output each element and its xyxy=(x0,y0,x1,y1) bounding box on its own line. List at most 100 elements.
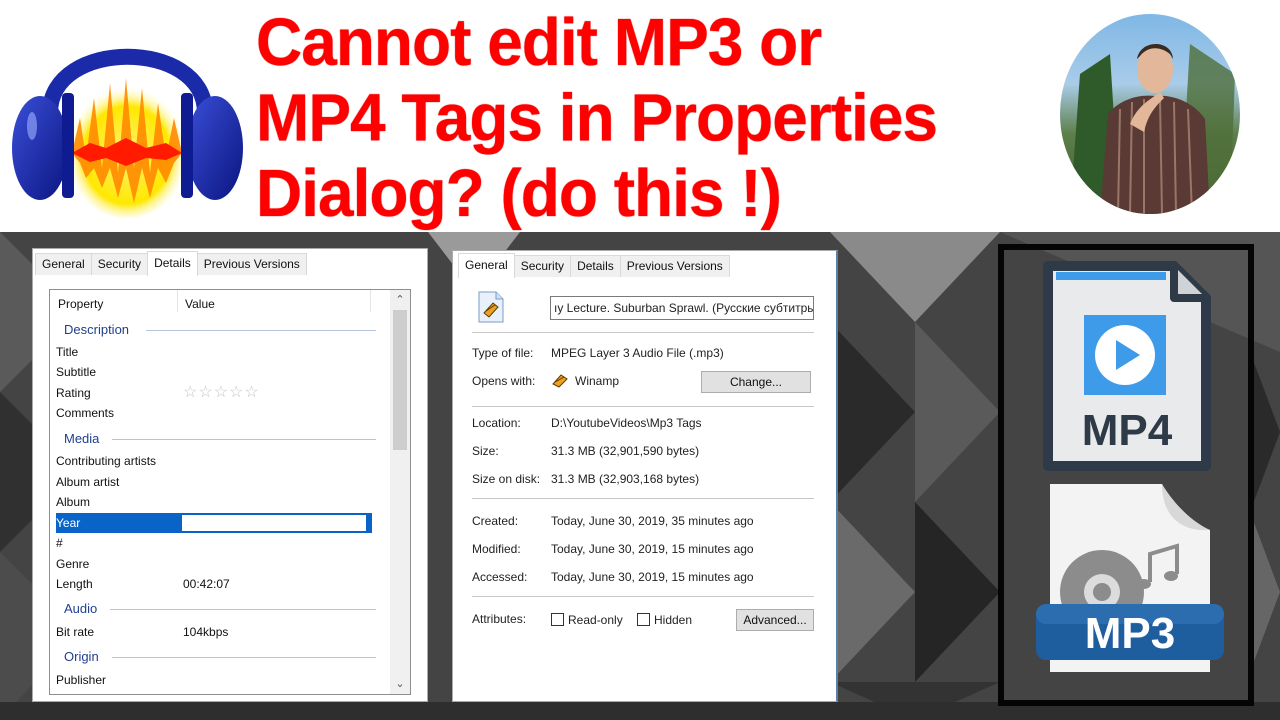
created-label: Created: xyxy=(472,514,519,528)
tab-strip: General Security Details Previous Versio… xyxy=(35,251,307,276)
group-label: Origin xyxy=(64,649,99,664)
tab-general[interactable]: General xyxy=(35,253,92,275)
scrollbar-thumb[interactable] xyxy=(393,310,407,450)
property-row-bit-rate[interactable]: Bit rate 104kbps xyxy=(56,622,372,642)
tab-previous-versions[interactable]: Previous Versions xyxy=(196,253,307,275)
modified-value: Today, June 30, 2019, 15 minutes ago xyxy=(551,542,754,556)
mp4-file-icon: MP4 xyxy=(1043,261,1211,471)
winamp-file-icon xyxy=(478,291,504,323)
property-value: 104kbps xyxy=(183,625,229,639)
group-label: Audio xyxy=(64,601,98,616)
group-origin: Origin xyxy=(64,647,376,667)
created-value: Today, June 30, 2019, 35 minutes ago xyxy=(551,514,754,528)
separator xyxy=(472,406,814,407)
separator xyxy=(472,596,814,597)
video-title: Cannot edit MP3 or MP4 Tags in Propertie… xyxy=(256,4,1056,231)
tab-details[interactable]: Details xyxy=(570,255,621,277)
property-list: Property Value Description Title Subtitl… xyxy=(49,289,411,695)
mp3-file-icon: MP3 xyxy=(1036,484,1224,672)
group-audio: Audio xyxy=(64,599,376,619)
size-on-disk-label: Size on disk: xyxy=(472,472,541,486)
tab-details[interactable]: Details xyxy=(147,251,198,276)
type-of-file-label: Type of file: xyxy=(472,346,534,360)
location-label: Location: xyxy=(472,416,521,430)
property-name: Publisher xyxy=(56,673,107,687)
mp3-label: MP3 xyxy=(1085,609,1175,658)
type-of-file-value: MPEG Layer 3 Audio File (.mp3) xyxy=(551,346,724,360)
hidden-checkbox[interactable] xyxy=(637,613,650,626)
rating-stars[interactable]: ☆☆☆☆☆ xyxy=(183,383,260,403)
property-name: Contributing artists xyxy=(56,454,157,468)
property-name: Bit rate xyxy=(56,625,95,639)
list-header: Property Value xyxy=(50,290,390,318)
property-row-comments[interactable]: Comments xyxy=(56,403,372,423)
tab-strip: General Security Details Previous Versio… xyxy=(458,253,730,278)
group-description: Description xyxy=(64,320,376,340)
property-row-rating[interactable]: Rating ☆☆☆☆☆ xyxy=(56,383,372,403)
group-label: Description xyxy=(64,322,130,337)
property-row-album-artist[interactable]: Album artist xyxy=(56,472,372,492)
properties-dialog-general: General Security Details Previous Versio… xyxy=(452,250,838,702)
properties-dialog-details: General Security Details Previous Versio… xyxy=(32,248,428,702)
property-row-contributing-artists[interactable]: Contributing artists xyxy=(56,451,372,471)
tab-security[interactable]: Security xyxy=(90,253,149,275)
change-button[interactable]: Change... xyxy=(701,371,811,393)
property-row-length[interactable]: Length 00:42:07 xyxy=(56,574,372,594)
scroll-up-arrow-icon[interactable]: ⌃ xyxy=(390,291,410,309)
attributes-label: Attributes: xyxy=(472,612,527,626)
property-name: Year xyxy=(56,516,81,530)
size-on-disk-value: 31.3 MB (32,903,168 bytes) xyxy=(551,472,700,486)
audacity-logo-icon xyxy=(12,48,243,218)
property-name: # xyxy=(56,536,63,550)
thumbnail-banner: Cannot edit MP3 or MP4 Tags in Propertie… xyxy=(0,0,1280,232)
property-row-year[interactable]: Year xyxy=(56,513,372,533)
group-label: Media xyxy=(64,431,100,446)
advanced-button[interactable]: Advanced... xyxy=(736,609,814,631)
property-name: Rating xyxy=(56,386,91,400)
separator xyxy=(472,498,814,499)
presenter-avatar xyxy=(1060,14,1240,214)
column-divider[interactable] xyxy=(370,290,371,312)
size-label: Size: xyxy=(472,444,499,458)
column-header-property[interactable]: Property xyxy=(58,297,103,311)
vertical-scrollbar[interactable]: ⌃ ⌄ xyxy=(390,290,410,694)
location-value: D:\YoutubeVideos\Mp3 Tags xyxy=(551,416,702,430)
file-name-input[interactable]: ıy Lecture. Suburban Sprawl. (Русские су… xyxy=(550,296,814,320)
column-header-value[interactable]: Value xyxy=(185,297,215,311)
title-line: MP4 Tags in Properties xyxy=(256,79,938,156)
property-name: Album xyxy=(56,495,91,509)
separator xyxy=(472,332,814,333)
property-row-album[interactable]: Album xyxy=(56,492,372,512)
size-value: 31.3 MB (32,901,590 bytes) xyxy=(551,444,700,458)
accessed-value: Today, June 30, 2019, 15 minutes ago xyxy=(551,570,754,584)
opens-with-label: Opens with: xyxy=(472,374,536,388)
property-row-genre[interactable]: Genre xyxy=(56,554,372,574)
group-media: Media xyxy=(64,429,376,449)
property-row-subtitle[interactable]: Subtitle xyxy=(56,362,372,382)
group-divider xyxy=(110,609,376,610)
group-divider xyxy=(112,657,376,658)
property-name: Title xyxy=(56,345,79,359)
tab-general[interactable]: General xyxy=(458,253,515,278)
property-name: Album artist xyxy=(56,475,120,489)
tab-security[interactable]: Security xyxy=(513,255,572,277)
winamp-icon xyxy=(552,374,568,388)
read-only-label[interactable]: Read-only xyxy=(568,613,623,627)
modified-label: Modified: xyxy=(472,542,521,556)
title-line: Dialog? (do this !) xyxy=(256,155,782,231)
hidden-label[interactable]: Hidden xyxy=(654,613,692,627)
column-divider[interactable] xyxy=(177,290,178,312)
property-name: Subtitle xyxy=(56,365,97,379)
tab-previous-versions[interactable]: Previous Versions xyxy=(619,255,730,277)
year-edit-field[interactable] xyxy=(182,515,366,531)
opens-with-value: Winamp xyxy=(575,374,620,388)
property-row-title[interactable]: Title xyxy=(56,342,372,362)
property-value: 00:42:07 xyxy=(183,577,230,591)
read-only-checkbox[interactable] xyxy=(551,613,564,626)
scroll-down-arrow-icon[interactable]: ⌄ xyxy=(390,675,410,693)
group-divider xyxy=(146,330,376,331)
accessed-label: Accessed: xyxy=(472,570,528,584)
title-line: Cannot edit MP3 or xyxy=(256,4,822,80)
property-row-track-number[interactable]: # xyxy=(56,533,372,553)
property-row-publisher[interactable]: Publisher xyxy=(56,670,372,690)
